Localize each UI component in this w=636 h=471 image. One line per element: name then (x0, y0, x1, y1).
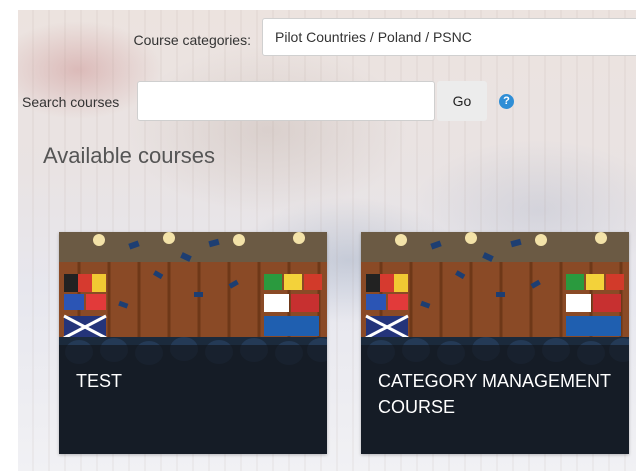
available-courses-heading: Available courses (43, 143, 216, 168)
search-courses-input[interactable] (137, 81, 435, 121)
course-categories-select[interactable]: Pilot Countries / Poland / PSNC (262, 18, 636, 56)
question-circle-icon[interactable]: ? (499, 94, 514, 109)
course-card[interactable]: TEST (59, 232, 327, 454)
course-card-title[interactable]: CATEGORY MANAGEMENT COURSE (378, 368, 617, 420)
go-button[interactable]: Go (437, 81, 487, 121)
course-categories-label: Course categories: (133, 32, 251, 48)
course-card-overlay (59, 345, 327, 454)
course-card-title[interactable]: TEST (76, 368, 315, 394)
course-card[interactable]: CATEGORY MANAGEMENT COURSE (361, 232, 629, 454)
search-courses-label: Search courses (22, 94, 120, 110)
course-categories-selected-value: Pilot Countries / Poland / PSNC (275, 29, 472, 45)
